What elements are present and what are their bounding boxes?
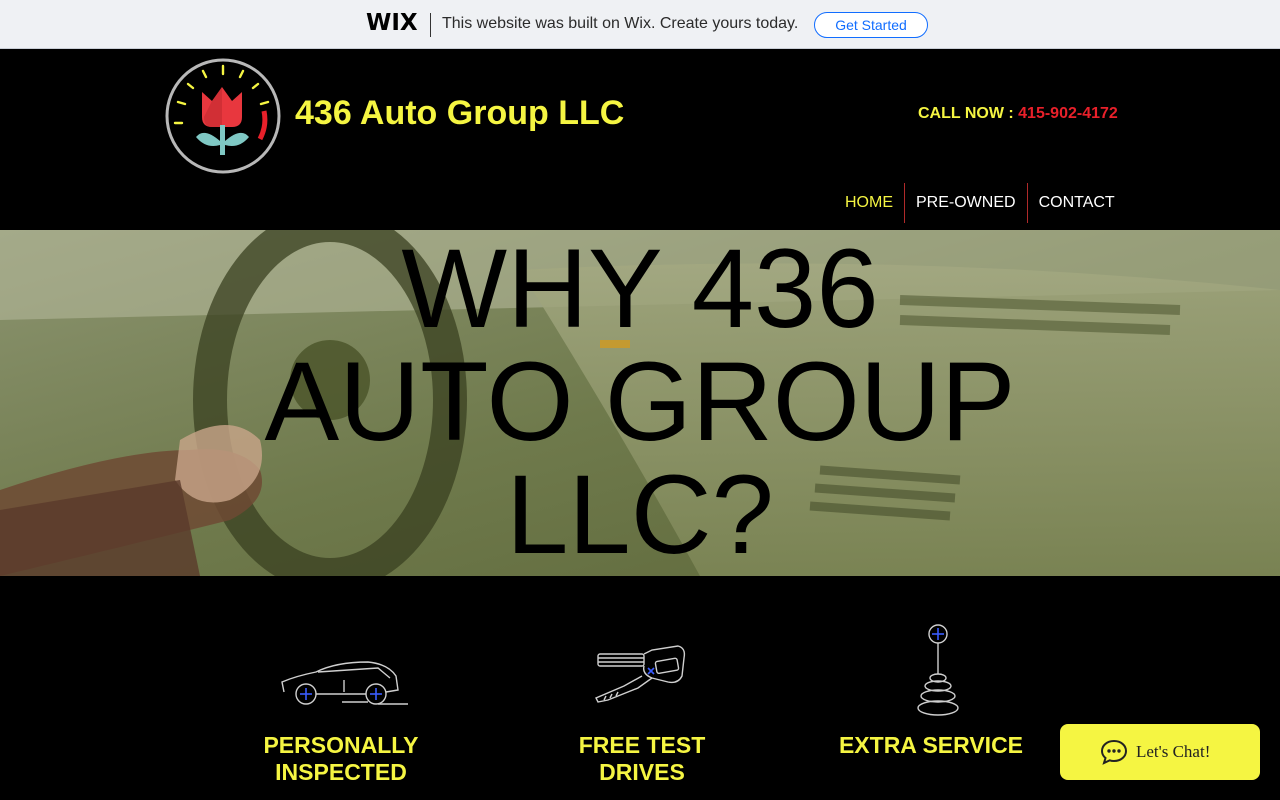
wix-banner-message: This website was built on Wix. Create yo…: [442, 15, 799, 32]
gear-shift-icon: [917, 624, 959, 716]
car-icon: [281, 661, 408, 705]
lets-chat-button[interactable]: Let's Chat!: [1060, 724, 1260, 780]
car-key-icon: [595, 645, 686, 703]
call-now: CALL NOW : 415-902-4172: [918, 105, 1118, 123]
phone-number[interactable]: 415-902-4172: [1018, 105, 1118, 122]
nav-item-contact[interactable]: CONTACT: [1028, 183, 1126, 223]
feature-label-line: EXTRA SERVICE: [838, 732, 1024, 758]
tulip-speedometer-logo[interactable]: [164, 57, 282, 175]
hero-heading-line-2: AUTO GROUP: [264, 339, 1016, 464]
wix-banner: WIX This website was built on Wix. Creat…: [0, 0, 1280, 49]
hero-heading-line-1: WHY 436: [401, 230, 879, 351]
feature-label-line: PERSONALLY: [263, 732, 419, 758]
feature-label-line: INSPECTED: [275, 759, 407, 785]
feature-free-test-drives: FREE TEST DRIVES: [522, 732, 762, 786]
chat-bubble-icon: [1100, 739, 1128, 765]
get-started-button[interactable]: Get Started: [814, 12, 928, 38]
nav-item-home[interactable]: HOME: [834, 183, 904, 223]
call-now-label: CALL NOW :: [918, 105, 1019, 122]
hero-heading: WHY 436 AUTO GROUP LLC?: [0, 232, 1280, 571]
hero-banner: WHY 436 AUTO GROUP LLC?: [0, 230, 1280, 576]
feature-extra-service: EXTRA SERVICE: [811, 732, 1051, 759]
wix-logo: WIX: [366, 10, 418, 36]
feature-label-line: FREE TEST: [578, 732, 706, 758]
feature-personally-inspected: PERSONALLY INSPECTED: [221, 732, 461, 786]
main-nav: HOME PRE-OWNED CONTACT: [834, 183, 1126, 223]
wix-divider: [430, 13, 431, 37]
hero-heading-line-3: LLC?: [506, 452, 774, 576]
nav-item-pre-owned[interactable]: PRE-OWNED: [905, 183, 1027, 223]
lets-chat-label: Let's Chat!: [1136, 742, 1211, 761]
site-title[interactable]: 436 Auto Group LLC: [295, 94, 624, 133]
feature-label-line: DRIVES: [599, 759, 685, 785]
